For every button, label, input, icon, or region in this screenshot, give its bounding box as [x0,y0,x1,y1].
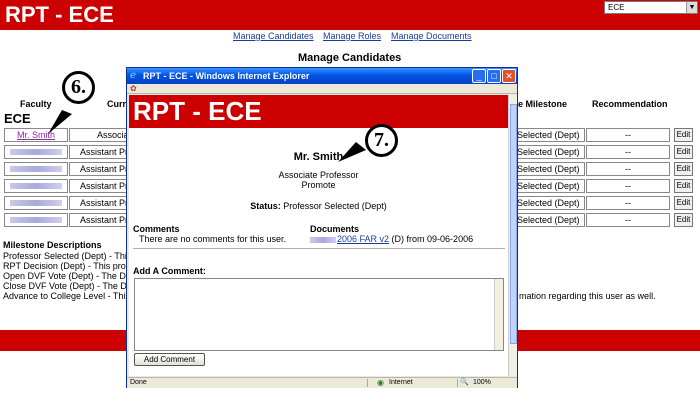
nav-manage-roles[interactable]: Manage Roles [323,31,381,41]
popup-scrollbar[interactable] [508,95,517,376]
department-select-value: ECE [608,3,625,12]
column-header-recommendation: Recommendation [592,99,668,109]
milestone-line: Close DVF Vote (Dept) - The DV [3,281,133,291]
edit-button[interactable]: Edit [674,179,693,193]
callout-7-pointer [338,142,366,162]
document-link[interactable]: 2006 FAR v2 [337,234,389,244]
add-comment-heading: Add A Comment: [133,266,206,276]
milestone-cell: Selected (Dept) [514,213,585,227]
faculty-cell [4,162,68,176]
status-text: Done [130,379,147,386]
milestone-cell: Selected (Dept) [514,179,585,193]
divider [367,379,368,387]
comments-empty-text: There are no comments for this user. [139,234,287,244]
page-heading: Manage Candidates [298,52,402,64]
popup-page-title: RPT - ECE [133,96,262,126]
milestone-cell: Selected (Dept) [514,162,585,176]
milestone-cell: Selected (Dept) [514,145,585,159]
app-title: RPT - ECE [5,2,114,27]
redacted-name [10,166,62,172]
ie-icon: ℯ [130,70,136,81]
page-icon: ✿ [130,84,137,93]
faculty-cell [4,213,68,227]
browser-toolbar: ✿ [127,84,517,94]
nav-manage-documents[interactable]: Manage Documents [391,31,472,41]
close-button[interactable]: ✕ [502,69,516,83]
current-rank-cell: Assistant Pre [69,179,129,193]
status-value: Professor Selected (Dept) [283,201,387,211]
comments-heading: Comments [133,224,180,234]
document-entry: 2006 FAR v2 (D) from 09-06-2006 [310,234,473,244]
zoom-level[interactable]: 100% [473,378,491,388]
faculty-cell [4,179,68,193]
edit-button[interactable]: Edit [674,162,693,176]
globe-icon: ◉ [377,378,384,387]
redacted-name [310,236,336,243]
recommendation-cell: -- [586,162,670,176]
edit-button[interactable]: Edit [674,128,693,142]
milestone-cell: Selected (Dept) [514,196,585,210]
zoom-icon: 🔍 [460,379,469,386]
chevron-down-icon[interactable]: ▼ [686,2,697,13]
candidate-action: Promote [301,180,336,190]
minimize-button[interactable]: _ [472,69,486,83]
document-suffix: (D) from 09-06-2006 [391,234,474,244]
status-label: Status: [250,201,281,211]
security-zone: Internet [389,379,413,386]
add-comment-button[interactable]: Add Comment [134,353,205,366]
recommendation-cell: -- [586,213,670,227]
current-rank-cell: Assistant Pre [69,196,129,210]
window-title: RPT - ECE - Windows Internet Explorer [143,71,310,81]
milestone-descriptions-heading: Milestone Descriptions [3,240,102,250]
milestone-line-tail: mation regarding this user as well. [519,291,656,301]
popup-content: RPT - ECE Mr. Smith Associate Professor … [129,95,508,376]
current-rank-cell: Assistant Pre [69,213,129,227]
faculty-cell [4,145,68,159]
milestone-line: Professor Selected (Dept) - This [3,251,132,261]
edit-button[interactable]: Edit [674,213,693,227]
nav-manage-candidates[interactable]: Manage Candidates [233,31,314,41]
redacted-name [10,217,62,223]
current-rank-cell: Assistant Pro [69,145,129,159]
window-titlebar[interactable]: RPT - ECE - Windows Internet Explorer [127,68,517,84]
maximize-button[interactable]: □ [487,69,501,83]
recommendation-cell: -- [586,145,670,159]
milestone-cell: Selected (Dept) [514,128,585,142]
callout-step-6: 6. [62,71,95,104]
callout-step-7: 7. [365,124,398,157]
candidate-name: Mr. Smith [293,151,344,163]
divider [457,379,458,387]
redacted-name [10,183,62,189]
textarea-scrollbar[interactable] [494,279,503,350]
scrollbar-thumb[interactable] [510,104,517,344]
department-select[interactable]: ECE ▼ [604,1,698,14]
redacted-name [10,200,62,206]
candidate-rank: Associate Professor [278,170,359,180]
faculty-cell [4,196,68,210]
current-rank-cell: Assistant Pre [69,162,129,176]
redacted-name [10,149,62,155]
edit-button[interactable]: Edit [674,145,693,159]
browser-statusbar: Done ◉ Internet 🔍 100% [127,377,517,388]
milestone-line: RPT Decision (Dept) - This proc [3,261,131,271]
edit-button[interactable]: Edit [674,196,693,210]
department-label: ECE [4,111,31,126]
milestone-line: Advance to College Level - This p [3,291,138,301]
milestone-line: Open DVF Vote (Dept) - The DV [3,271,132,281]
popup-window: RPT - ECE - Windows Internet Explorer ℯ … [126,67,518,388]
recommendation-cell: -- [586,128,670,142]
candidate-status: Status: Professor Selected (Dept) [129,201,508,211]
column-header-current: Curr [107,99,127,109]
comment-textarea[interactable] [134,278,504,351]
documents-heading: Documents [310,224,360,234]
divider [133,248,505,249]
column-header-milestone: te Milestone [515,99,568,109]
recommendation-cell: -- [586,196,670,210]
recommendation-cell: -- [586,179,670,193]
